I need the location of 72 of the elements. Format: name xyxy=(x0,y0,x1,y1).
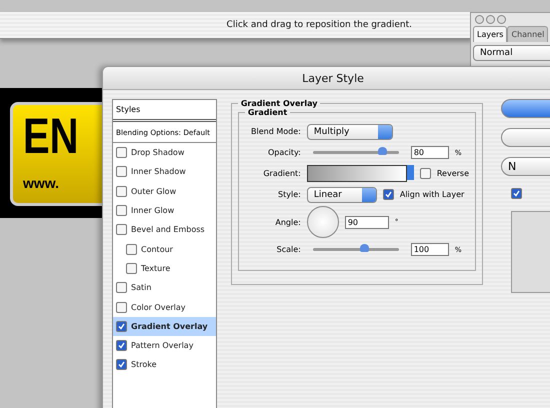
panel-tab[interactable]: Channel xyxy=(507,26,548,42)
angle-field[interactable]: 90 xyxy=(344,216,389,228)
style-label: Pattern Overlay xyxy=(131,341,194,350)
checkbox[interactable] xyxy=(420,168,431,179)
style-label: Inner Glow xyxy=(131,206,174,216)
style-label: Contour xyxy=(141,244,173,254)
dialog-button[interactable] xyxy=(501,128,550,147)
checkbox[interactable] xyxy=(116,320,127,332)
list-item[interactable]: Styles xyxy=(113,100,216,122)
slider-thumb[interactable] xyxy=(360,244,370,252)
style-item[interactable]: Pattern Overlay xyxy=(113,336,216,356)
style-label: Stroke xyxy=(131,360,156,370)
style-item[interactable]: Inner Glow xyxy=(113,200,216,220)
slider-thumb[interactable] xyxy=(378,147,387,155)
gradient-swatch[interactable] xyxy=(306,165,407,182)
checkbox[interactable] xyxy=(116,282,127,294)
style-label: Gradient Overlay xyxy=(131,322,208,331)
style-label: Satin xyxy=(131,283,152,292)
style-item[interactable]: Satin xyxy=(113,278,216,298)
style-item[interactable]: Contour xyxy=(113,239,216,259)
checkbox[interactable] xyxy=(116,166,127,178)
checkbox[interactable] xyxy=(126,244,137,255)
style-item[interactable]: Gradient Overlay xyxy=(113,316,216,336)
field-label: Opacity: xyxy=(266,148,301,157)
close-icon[interactable] xyxy=(475,15,484,24)
style-item[interactable]: Inner Shadow xyxy=(113,162,216,182)
checkbox[interactable] xyxy=(116,147,127,158)
window-title: Layer Style xyxy=(302,72,364,84)
field-label: Angle: xyxy=(274,218,301,226)
style-item[interactable]: Color Overlay xyxy=(113,297,216,317)
sign-url: www. xyxy=(23,175,60,191)
checkbox[interactable] xyxy=(116,224,127,236)
field-label: Style: xyxy=(277,190,301,199)
blend-mode-select[interactable]: Normal xyxy=(473,45,550,61)
style-label: Inner Shadow xyxy=(131,167,186,176)
style-item[interactable]: Texture xyxy=(113,258,216,278)
checkbox[interactable] xyxy=(116,302,127,313)
opacity-field[interactable]: 80 xyxy=(410,146,449,159)
checkbox[interactable] xyxy=(382,189,394,200)
style-item[interactable]: Stroke xyxy=(113,355,216,375)
style-item[interactable]: Outer Glow xyxy=(113,182,216,201)
field-label: Scale: xyxy=(276,245,301,254)
style-item[interactable]: Drop Shadow xyxy=(113,143,216,162)
section-title: Gradient Overlay xyxy=(240,99,318,108)
sign-headline: EN xyxy=(23,111,79,161)
style-select[interactable]: Linear xyxy=(306,186,377,202)
checkbox[interactable] xyxy=(511,188,522,199)
dialog-button[interactable]: N xyxy=(501,157,550,176)
zoom-icon[interactable] xyxy=(497,15,506,24)
style-label: Drop Shadow xyxy=(131,148,184,158)
panel-tab[interactable]: Layers xyxy=(473,26,508,42)
scale-field[interactable]: 100 xyxy=(410,243,449,256)
field-label: Gradient: xyxy=(262,169,301,178)
style-label: Outer Glow xyxy=(131,186,176,196)
checkbox[interactable] xyxy=(116,205,127,216)
style-label: Bevel and Emboss xyxy=(131,225,205,234)
checkbox[interactable] xyxy=(126,262,137,274)
checkbox[interactable] xyxy=(116,359,127,370)
blend-mode-select[interactable]: Multiply xyxy=(306,124,393,140)
checkbox[interactable] xyxy=(116,340,127,352)
hint-text: Click and drag to reposition the gradient. xyxy=(226,20,412,30)
style-item[interactable]: Bevel and Emboss xyxy=(113,220,216,240)
checkbox-label: Align with Layer xyxy=(400,190,464,199)
dialog-button[interactable] xyxy=(501,99,550,118)
checkbox-label: Reverse xyxy=(436,169,469,178)
minimize-icon[interactable] xyxy=(486,15,495,24)
group-title: Gradient xyxy=(246,108,288,117)
angle-dial[interactable] xyxy=(306,206,339,238)
style-label: Texture xyxy=(141,264,170,273)
style-label: Color Overlay xyxy=(131,302,186,312)
checkbox[interactable] xyxy=(116,186,127,197)
field-label: Blend Mode: xyxy=(250,127,301,136)
